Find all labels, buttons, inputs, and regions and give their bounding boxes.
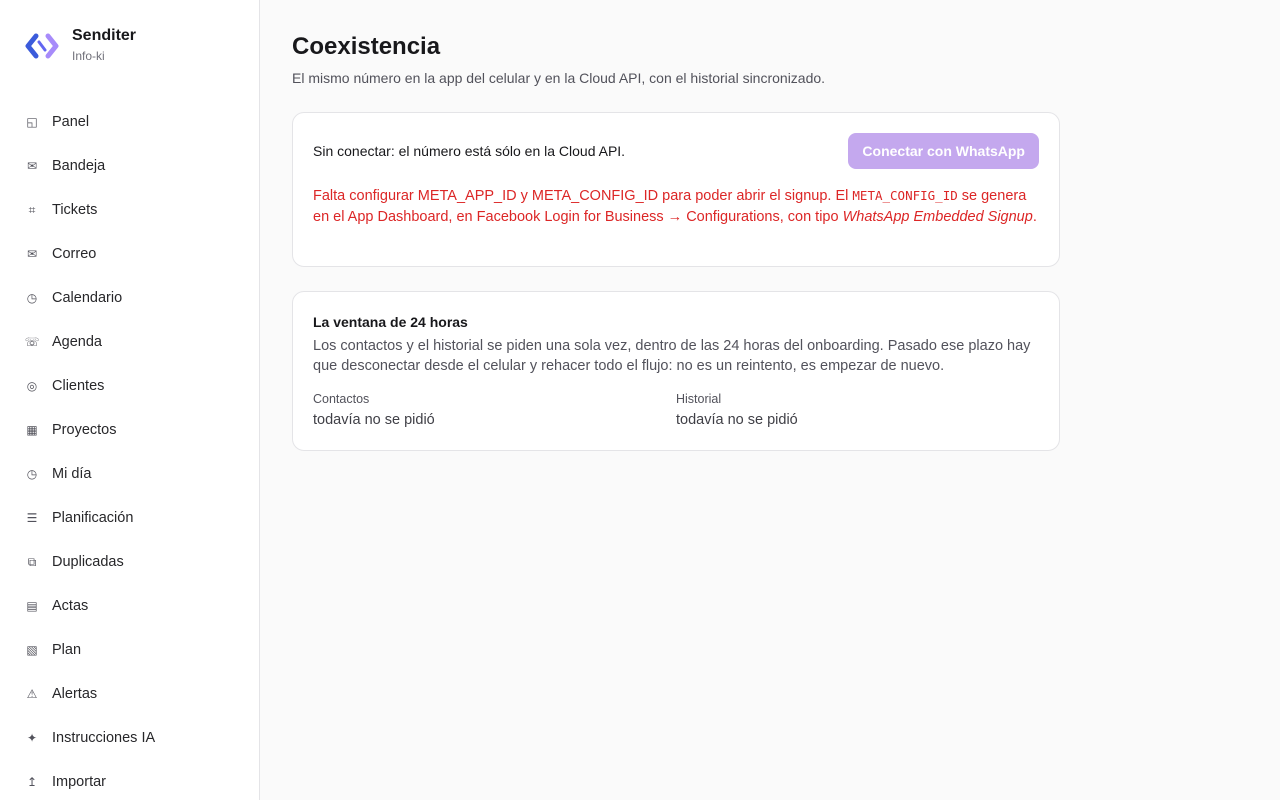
sidebar-nav: ◱ Panel ✉ Bandeja ⌗ Tickets ✉ Correo ◷ Calendario… [0,100,259,800]
mail-icon: ✉ [26,247,38,261]
sidebar-item-agenda[interactable]: ☏ Agenda [0,320,259,364]
sidebar-item-importar[interactable]: ↥ Importar [0,760,259,800]
window-24h-card: La ventana de 24 horas Los contactos y e… [292,291,1060,451]
sidebar-item-label: Alertas [52,686,98,702]
ticket-icon: ⌗ [28,202,36,217]
sidebar-item-instrucciones-ia[interactable]: ✦ Instrucciones IA [0,716,259,760]
panel-icon: ◱ [26,115,38,129]
error-italic-text: WhatsApp Embedded Signup [842,209,1033,225]
error-text: . [1032,209,1037,225]
sidebar-item-label: Proyectos [52,422,117,438]
window-card-title: La ventana de 24 horas [313,314,468,330]
stat-contacts: Contactos todavía no se pidió [313,390,676,430]
error-code: META_CONFIG_ID [852,188,958,203]
page-subtitle: El mismo número en la app del celular y … [292,70,826,86]
sidebar-item-label: Importar [52,774,106,790]
stat-value: todavía no se pidió [676,412,798,428]
sidebar-item-plan[interactable]: ▧ Plan [0,628,259,672]
sidebar-item-actas[interactable]: ▤ Actas [0,584,259,628]
list-icon: ☰ [26,511,38,525]
sidebar-item-tickets[interactable]: ⌗ Tickets [0,188,259,232]
sidebar-item-bandeja[interactable]: ✉ Bandeja [0,144,259,188]
stat-value: todavía no se pidió [313,412,435,428]
connect-whatsapp-button[interactable]: Conectar con WhatsApp [848,133,1039,169]
sidebar-item-label: Planificación [52,510,134,526]
stat-label: Contactos [313,392,370,406]
sidebar-item-calendario[interactable]: ◷ Calendario [0,276,259,320]
brand-subtitle: Info-ki [72,49,105,63]
sidebar-item-clientes[interactable]: ◎ Clientes [0,364,259,408]
error-text: Falta configurar META_APP_ID y META_CONF… [313,188,853,204]
sidebar-item-label: Clientes [52,378,105,394]
sidebar-item-panel[interactable]: ◱ Panel [0,100,259,144]
stat-history: Historial todavía no se pidió [676,390,1039,430]
sync-stats: Contactos todavía no se pidió Historial … [313,390,1039,430]
connection-card: Sin conectar: el número está sólo en la … [292,112,1060,267]
sparkle-icon: ✦ [26,731,38,745]
sidebar-item-label: Calendario [52,290,123,306]
sidebar-item-label: Agenda [52,334,102,350]
connection-status: Sin conectar: el número está sólo en la … [313,143,626,159]
sidebar-item-duplicadas[interactable]: ⧉ Duplicadas [0,540,259,584]
brand[interactable]: Senditer Info-ki [24,26,136,65]
projects-icon: ▦ [26,423,38,437]
sidebar-item-label: Plan [52,642,82,658]
sidebar-item-label: Correo [52,246,97,262]
sidebar-item-label: Tickets [52,202,98,218]
sidebar-item-label: Bandeja [52,158,106,174]
duplicate-icon: ⧉ [27,554,37,569]
sidebar-item-label: Mi día [52,466,92,482]
sidebar-item-label: Panel [52,114,90,130]
config-error-message: Falta configurar META_APP_ID y META_CONF… [313,185,1039,228]
sidebar-item-label: Duplicadas [52,554,124,570]
sidebar-item-alertas[interactable]: ⚠ Alertas [0,672,259,716]
inbox-icon: ✉ [26,159,38,173]
sidebar-item-label: Instrucciones IA [52,730,156,746]
clock-icon: ◷ [26,467,38,481]
document-icon: ▤ [26,599,38,613]
phone-icon: ☏ [24,335,40,349]
sidebar-item-proyectos[interactable]: ▦ Proyectos [0,408,259,452]
clients-icon: ◎ [26,379,38,393]
brand-logo-icon [24,28,60,64]
brand-name: Senditer [72,27,137,44]
sidebar-item-label: Actas [52,598,89,614]
calendar-icon: ◷ [26,291,38,305]
page-title: Coexistencia [292,33,441,60]
stat-label: Historial [676,392,722,406]
plan-icon: ▧ [26,643,38,657]
sidebar-item-mi-dia[interactable]: ◷ Mi día [0,452,259,496]
sidebar-item-planificacion[interactable]: ☰ Planificación [0,496,259,540]
window-card-body: Los contactos y el historial se piden un… [313,338,1031,374]
alert-icon: ⚠ [26,687,38,701]
sidebar-item-correo[interactable]: ✉ Correo [0,232,259,276]
main-content: Coexistencia El mismo número en la app d… [292,32,1060,451]
import-icon: ↥ [26,775,38,789]
sidebar: Senditer Info-ki ◱ Panel ✉ Bandeja ⌗ Tickets ✉… [0,0,260,800]
